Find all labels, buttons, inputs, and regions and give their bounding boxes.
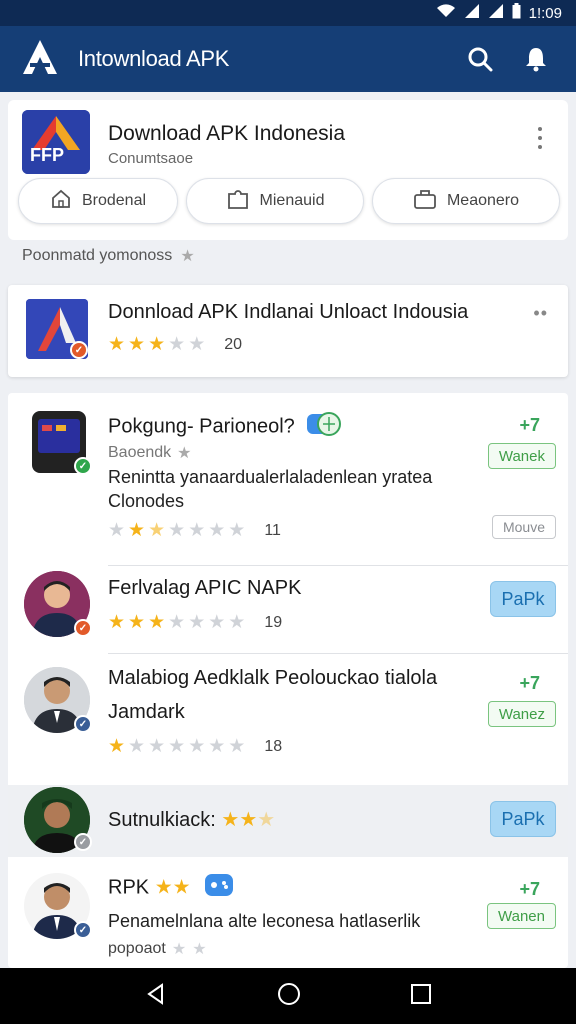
app-logo-icon: [20, 37, 60, 82]
status-bar: 1!:09: [0, 0, 576, 26]
puzzle-icon: [226, 188, 250, 215]
battery-icon: [512, 3, 521, 23]
status-time: 1!:09: [528, 4, 562, 22]
featured-rating: ★ ★ ★ ★ ★ 20: [108, 334, 243, 355]
list-item-desc: Renintta yanaardualerlaladenlean yratea: [108, 467, 433, 487]
category-chips: Brodenal Mienauid Meaonero: [18, 178, 560, 224]
chip-business[interactable]: Meaonero: [372, 178, 560, 224]
gamepad-icon: [204, 873, 234, 903]
more-options-icon[interactable]: [530, 124, 550, 152]
navigation-bar: [0, 968, 576, 1024]
chip-label: Meaonero: [446, 192, 520, 209]
update-icon: +7: [519, 673, 540, 693]
tablet-app-icon: ✓: [30, 409, 92, 475]
search-icon[interactable]: [460, 39, 500, 79]
list-item-title: Pokgung- Parioneol?: [108, 411, 342, 443]
featured-app-card[interactable]: ✓ Donnload APK Indlanai Unloact Indousia…: [8, 285, 568, 377]
install-button[interactable]: PaPk: [490, 801, 556, 837]
install-button[interactable]: Wanek: [487, 443, 556, 469]
featured-title: Donnload APK Indlanai Unloact Indousia: [108, 301, 469, 323]
more-button[interactable]: Mouve: [491, 515, 556, 539]
home-icon: [50, 188, 72, 215]
list-item-title: Sutnulkiack: ★★★: [108, 809, 276, 831]
app-logo-text: FFP: [30, 145, 64, 165]
verified-badge-icon: ✓: [74, 715, 92, 733]
briefcase-icon: [413, 188, 437, 215]
section-label: Poonmatd yomonoss ★: [22, 246, 195, 266]
header-title: Download APK Indonesia: [108, 122, 345, 145]
app-bar: Intownload APK: [0, 26, 576, 92]
recents-icon[interactable]: [410, 983, 432, 1010]
install-button[interactable]: Wanen: [487, 903, 556, 929]
list-item-sub: Baoendk ★: [108, 444, 192, 462]
install-button[interactable]: PaPk: [490, 581, 556, 617]
verified-badge-icon: ✓: [74, 619, 92, 637]
list-item-desc-2: Clonodes: [108, 491, 185, 511]
list-item-rating: ★ ★ ★ ★ ★ ★ ★ 18: [108, 736, 283, 757]
list-item[interactable]: ✓ Sutnulkiack: ★★★ PaPk: [8, 785, 568, 857]
list-item[interactable]: ✓ RPK ★★ Penamelnlana alte leconesa hatl…: [8, 859, 568, 968]
list-item[interactable]: ✓ Pokgung- Parioneol? Baoendk ★ Renintta …: [8, 393, 568, 558]
list-item-rating: ★ ★ ★ ★ ★ ★ ★ 11: [108, 520, 281, 541]
install-button[interactable]: Wanez: [487, 701, 556, 727]
app-logo: FFP: [22, 110, 90, 174]
verified-badge-icon: ✓: [70, 341, 88, 359]
toggle-app-icon: [306, 411, 342, 443]
header-subtitle: Conumtsaoe: [108, 150, 194, 167]
signal-icon-2: [488, 3, 504, 23]
list-item-title: Ferlvalag APIC NAPK: [108, 577, 302, 599]
chip-label: Brodenal: [81, 192, 147, 209]
chip-home[interactable]: Brodenal: [18, 178, 178, 224]
list-item[interactable]: ✓ Malabiog Aedklalk Peolouckao tialola J…: [8, 655, 568, 783]
star-icon: ★: [180, 248, 195, 265]
list-item-desc-2: popoaot ★ ★: [108, 940, 207, 958]
section-label-text: Poonmatd yomonoss: [22, 247, 173, 264]
more-icon[interactable]: ••: [533, 303, 548, 324]
featured-app-icon: ✓: [26, 299, 88, 359]
home-nav-icon[interactable]: [277, 982, 301, 1011]
update-icon: +7: [519, 415, 540, 435]
app-list: ✓ Pokgung- Parioneol? Baoendk ★ Renintta …: [8, 393, 568, 968]
verified-badge-icon: ✓: [74, 833, 92, 851]
bell-icon[interactable]: [516, 39, 556, 79]
list-item-desc: Jamdark: [108, 701, 185, 723]
chip-label: Mienauid: [259, 192, 325, 209]
wifi-icon: [436, 4, 456, 22]
back-icon[interactable]: [144, 982, 168, 1011]
list-item-desc: Penamelnlana alte leconesa hatlaserlik: [108, 911, 421, 931]
list-item[interactable]: ✓ Ferlvalag APIC NAPK ★ ★ ★ ★ ★ ★ ★ 19 PaPk: [8, 563, 568, 651]
check-badge-icon: ✓: [74, 457, 92, 475]
divider: [108, 653, 568, 654]
verified-badge-icon: ✓: [74, 921, 92, 939]
list-item-title: RPK ★★: [108, 873, 234, 903]
list-item-title: Malabiog Aedklalk Peolouckao tialola: [108, 667, 438, 689]
list-item-rating: ★ ★ ★ ★ ★ ★ ★ 19: [108, 612, 283, 633]
signal-icon: [464, 3, 480, 23]
chip-apps[interactable]: Mienauid: [186, 178, 364, 224]
app-title: Intownload APK: [78, 46, 230, 71]
rating-count: 20: [224, 335, 243, 353]
update-icon: +7: [519, 879, 540, 899]
